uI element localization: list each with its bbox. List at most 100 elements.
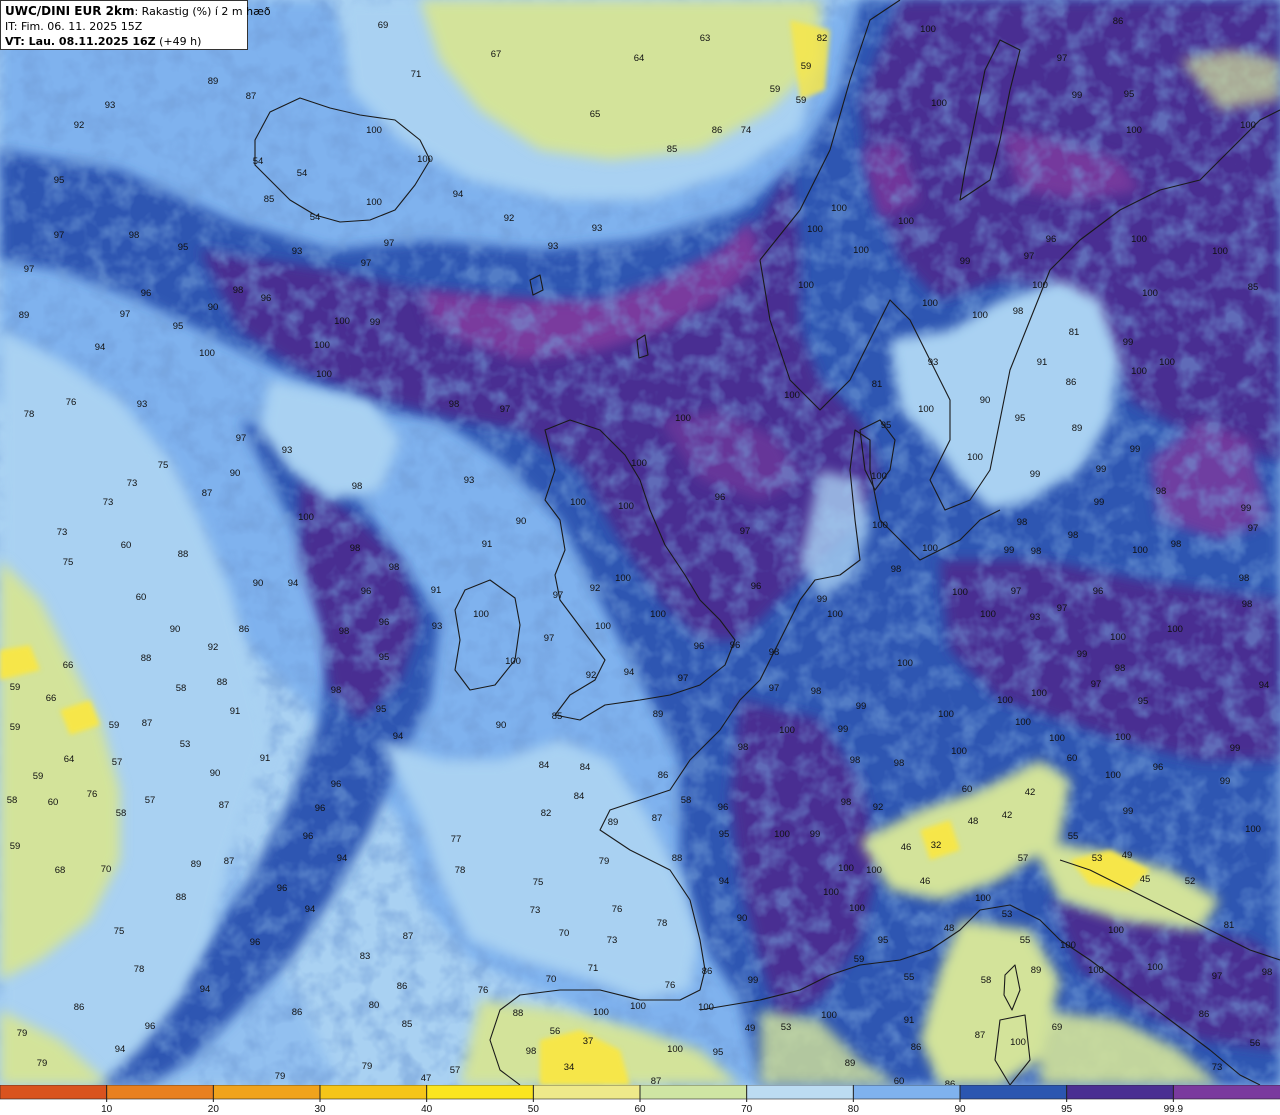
value-label: 86 <box>712 125 723 136</box>
value-label: 99 <box>1072 90 1083 101</box>
value-label: 97 <box>500 404 511 415</box>
value-label: 89 <box>1031 965 1042 976</box>
value-label: 96 <box>718 802 729 813</box>
value-label: 97 <box>1091 679 1102 690</box>
value-label: 96 <box>261 293 272 304</box>
value-label: 100 <box>951 746 967 757</box>
value-label: 96 <box>715 492 726 503</box>
value-label: 100 <box>615 573 631 584</box>
value-label: 100 <box>1015 717 1031 728</box>
value-label: 100 <box>595 621 611 632</box>
value-label: 97 <box>1212 971 1223 982</box>
value-label: 94 <box>719 876 730 887</box>
value-label: 100 <box>1142 288 1158 299</box>
value-label: 59 <box>796 95 807 106</box>
value-label: 73 <box>127 478 138 489</box>
value-label: 100 <box>570 497 586 508</box>
value-label: 96 <box>1046 234 1057 245</box>
value-label: 99 <box>1004 545 1015 556</box>
value-label: 92 <box>873 802 884 813</box>
value-label: 75 <box>114 926 125 937</box>
value-label: 100 <box>807 224 823 235</box>
value-label: 100 <box>1245 824 1261 835</box>
value-label: 96 <box>250 937 261 948</box>
colorbar-tick-label: 50 <box>528 1104 540 1115</box>
value-label: 76 <box>665 980 676 991</box>
value-label: 85 <box>667 144 678 155</box>
value-label: 86 <box>1113 16 1124 27</box>
value-label: 82 <box>817 33 828 44</box>
value-label: 94 <box>1259 680 1270 691</box>
value-label: 54 <box>253 156 264 167</box>
value-label: 87 <box>651 1076 662 1085</box>
value-label: 67 <box>491 49 502 60</box>
value-label: 87 <box>202 488 213 499</box>
value-label: 100 <box>798 280 814 291</box>
value-label: 99 <box>817 594 828 605</box>
value-label: 95 <box>379 652 390 663</box>
value-label: 99 <box>960 256 971 267</box>
value-label: 97 <box>678 673 689 684</box>
value-label: 84 <box>539 760 550 771</box>
value-label: 100 <box>1105 770 1121 781</box>
value-label: 100 <box>898 216 914 227</box>
colorbar-segment <box>106 1085 215 1100</box>
value-label: 89 <box>208 76 219 87</box>
value-label: 99 <box>1123 337 1134 348</box>
value-label: 93 <box>464 475 475 486</box>
value-label: 53 <box>180 739 191 750</box>
value-label: 97 <box>1248 523 1259 534</box>
value-label: 100 <box>1010 1037 1026 1048</box>
value-label: 100 <box>1031 688 1047 699</box>
value-label: 32 <box>931 840 942 851</box>
value-label: 95 <box>878 935 889 946</box>
value-label: 87 <box>224 856 235 867</box>
value-label: 79 <box>362 1061 373 1072</box>
value-label: 85 <box>1248 282 1259 293</box>
value-label: 100 <box>823 887 839 898</box>
value-label: 91 <box>904 1015 915 1026</box>
colorbar-segment <box>852 1085 961 1100</box>
value-label: 55 <box>1020 935 1031 946</box>
value-label: 90 <box>210 768 221 779</box>
value-label: 100 <box>199 348 215 359</box>
colorbar-svg: 10 20 30 40 50 60 70 80 90 95 99.9 <box>0 1085 1280 1115</box>
value-label: 70 <box>546 974 557 985</box>
value-label: 93 <box>137 399 148 410</box>
value-label: 48 <box>968 816 979 827</box>
value-label: 98 <box>1262 967 1273 978</box>
value-label: 93 <box>1030 612 1041 623</box>
value-label: 97 <box>740 526 751 537</box>
value-label: 100 <box>1212 246 1228 257</box>
value-label: 100 <box>631 458 647 469</box>
value-label: 100 <box>505 656 521 667</box>
value-label: 76 <box>66 397 77 408</box>
value-label: 98 <box>891 564 902 575</box>
value-label: 59 <box>854 954 865 965</box>
colorbar-tick-label: 90 <box>954 1104 966 1115</box>
value-label: 97 <box>24 264 35 275</box>
value-label: 93 <box>928 357 939 368</box>
value-label: 71 <box>588 963 599 974</box>
value-label: 91 <box>1037 357 1048 368</box>
value-label: 96 <box>361 586 372 597</box>
colorbar-tick-label: 10 <box>101 1104 113 1115</box>
value-label: 98 <box>331 685 342 696</box>
value-label: 96 <box>1093 586 1104 597</box>
value-label: 87 <box>652 813 663 824</box>
value-label: 98 <box>1239 573 1250 584</box>
value-label: 97 <box>1057 603 1068 614</box>
value-label: 75 <box>158 460 169 471</box>
colorbar-tick-label: 95 <box>1061 1104 1073 1115</box>
value-label: 73 <box>1212 1062 1223 1073</box>
value-label: 91 <box>482 539 493 550</box>
value-label: 100 <box>866 865 882 876</box>
title-line: UWC/DINI EUR 2km: Rakastig (%) í 2 m hæð <box>5 4 271 19</box>
value-label: 46 <box>901 842 912 853</box>
value-label: 42 <box>1002 810 1013 821</box>
value-label: 100 <box>997 695 1013 706</box>
colorbar-tick-label: 70 <box>741 1104 753 1115</box>
value-label: 59 <box>801 61 812 72</box>
value-label: 66 <box>63 660 74 671</box>
colorbar-tick-label: 40 <box>421 1104 433 1115</box>
